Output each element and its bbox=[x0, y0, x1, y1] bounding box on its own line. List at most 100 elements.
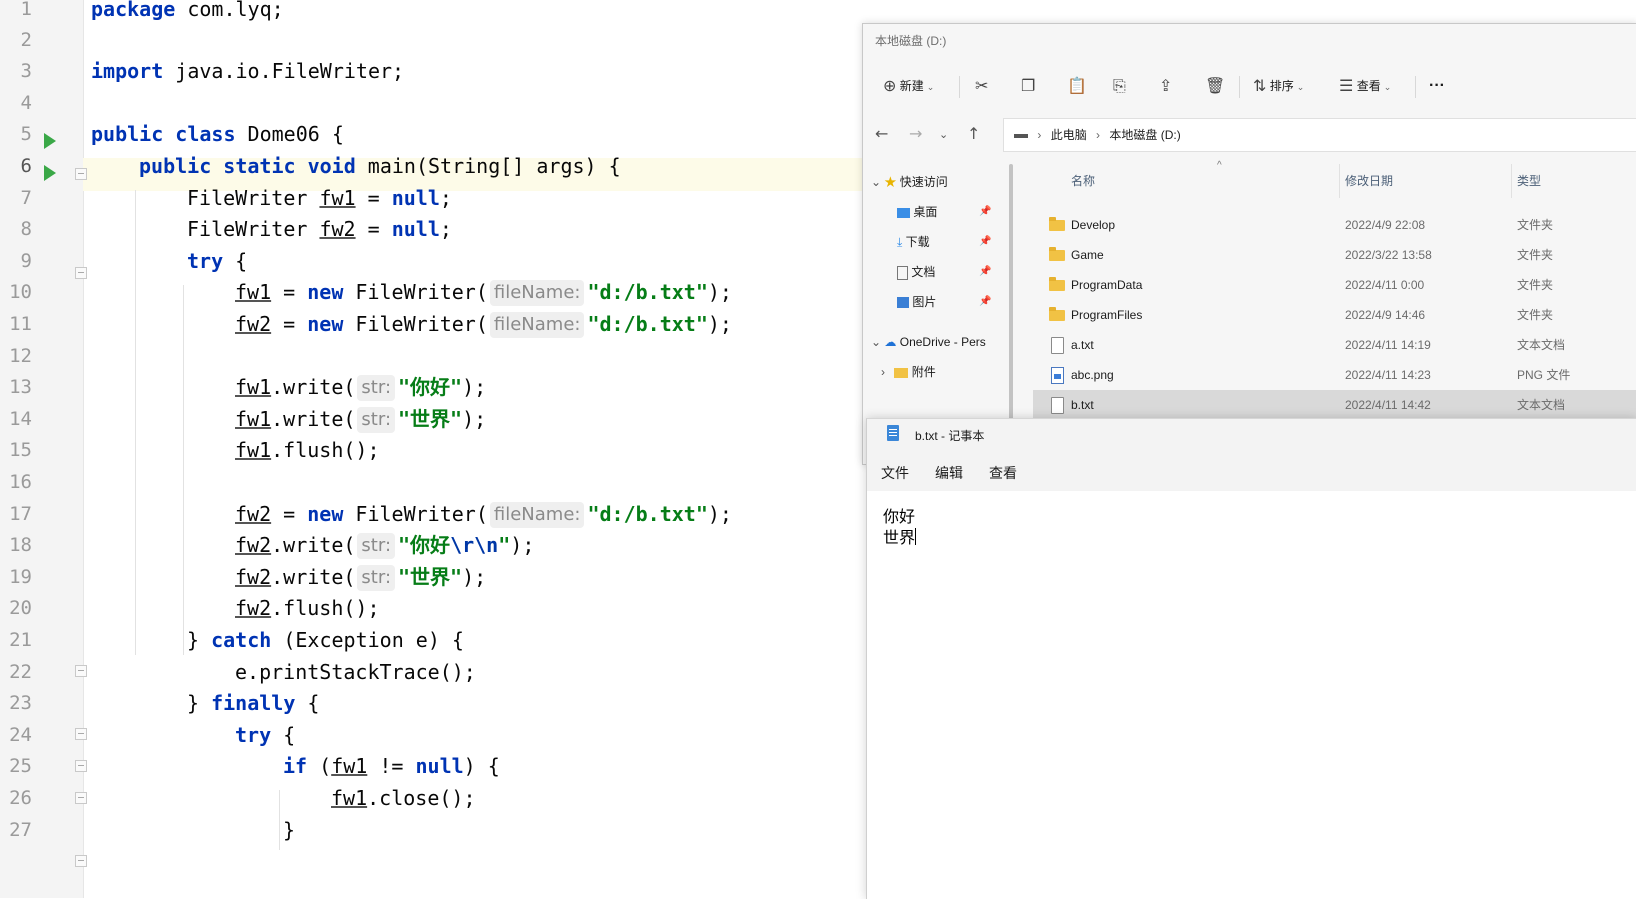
menu-view[interactable]: 查看 bbox=[989, 463, 1017, 483]
code-line-14: fw1.write(str: "世界"); bbox=[235, 403, 486, 436]
share-button[interactable]: ⇪ bbox=[1159, 74, 1172, 98]
keyword: new bbox=[307, 280, 344, 304]
code-line-9: try { bbox=[187, 245, 247, 278]
column-header-date[interactable]: 修改日期 bbox=[1345, 164, 1393, 198]
variable: fw2 bbox=[319, 217, 356, 241]
column-header-type[interactable]: 类型 bbox=[1517, 164, 1541, 198]
run-main-icon[interactable] bbox=[44, 165, 56, 181]
fold-marker-icon[interactable] bbox=[75, 168, 87, 180]
pin-icon: 📌 bbox=[979, 296, 992, 307]
sidebar-item-onedrive[interactable]: ⌄ ☁ OneDrive - Pers bbox=[871, 328, 986, 356]
code-line-18: fw2.write(str: "你好\r\n"); bbox=[235, 529, 534, 562]
paste-button[interactable]: 📋 bbox=[1067, 74, 1087, 98]
view-button[interactable]: ☰ 查看 ⌄ bbox=[1339, 74, 1391, 98]
text-caret bbox=[915, 528, 917, 545]
sidebar-item-downloads[interactable]: ⤓ 下载 📌 bbox=[897, 228, 997, 256]
code-text: ); bbox=[510, 533, 535, 557]
breadcrumb-separator-icon: › bbox=[1037, 128, 1042, 142]
copy-button[interactable]: ❐ bbox=[1021, 74, 1035, 98]
file-row[interactable]: a.txt 2022/4/11 14:19 文本文档 bbox=[1033, 330, 1636, 360]
breadcrumb-drive[interactable]: 本地磁盘 (D:) bbox=[1109, 128, 1180, 142]
text-editor-area[interactable]: 你好 世界 bbox=[883, 507, 917, 549]
column-separator[interactable] bbox=[1511, 164, 1512, 198]
code-text: } bbox=[283, 818, 296, 842]
sidebar-item-quick-access[interactable]: ⌄ ★ 快速访问 bbox=[871, 168, 948, 196]
column-separator[interactable] bbox=[1339, 164, 1340, 198]
string-literal: "你好 bbox=[398, 533, 451, 557]
code-line-24: try { bbox=[235, 719, 295, 752]
fold-marker-icon[interactable] bbox=[75, 760, 87, 772]
recent-chevron-icon[interactable]: ⌄ bbox=[939, 128, 948, 141]
sidebar-item-documents[interactable]: 文档 📌 bbox=[897, 258, 997, 286]
column-header-name[interactable]: 名称 bbox=[1071, 164, 1095, 198]
code-text: = bbox=[355, 186, 392, 210]
file-date: 2022/4/9 22:08 bbox=[1345, 218, 1426, 232]
line-number: 26 bbox=[9, 787, 32, 809]
parameter-hint: str: bbox=[357, 565, 396, 591]
code-line-26: fw1.close(); bbox=[331, 782, 476, 815]
line-number: 20 bbox=[9, 597, 32, 619]
indent-guide bbox=[279, 790, 280, 850]
file-row-selected[interactable]: b.txt 2022/4/11 14:42 文本文档 bbox=[1033, 390, 1636, 420]
code-line-13: fw1.write(str: "你好"); bbox=[235, 371, 486, 404]
file-row[interactable]: ProgramFiles 2022/4/9 14:46 文件夹 bbox=[1033, 300, 1636, 330]
file-date: 2022/4/9 14:46 bbox=[1345, 308, 1426, 322]
fold-marker-icon[interactable] bbox=[75, 792, 87, 804]
run-class-icon[interactable] bbox=[44, 133, 56, 149]
sidebar-item-attachments[interactable]: › 附件 bbox=[881, 358, 936, 386]
back-arrow-icon[interactable]: ← bbox=[875, 124, 888, 143]
cut-button[interactable]: ✂ bbox=[975, 74, 988, 98]
keyword: new bbox=[307, 502, 344, 526]
rename-button[interactable]: ⎘ bbox=[1113, 74, 1126, 98]
menu-file[interactable]: 文件 bbox=[881, 463, 909, 483]
chevron-down-icon: ⌄ bbox=[926, 82, 935, 92]
file-row[interactable]: abc.png 2022/4/11 14:23 PNG 文件 bbox=[1033, 360, 1636, 390]
line-number: 17 bbox=[9, 503, 32, 525]
forward-arrow-icon[interactable]: → bbox=[909, 124, 922, 143]
indent-guide bbox=[183, 285, 184, 655]
line-number: 12 bbox=[9, 345, 32, 367]
file-type: 文本文档 bbox=[1517, 398, 1566, 412]
address-bar[interactable]: › 此电脑 › 本地磁盘 (D:) bbox=[1003, 118, 1636, 152]
code-text: main(String[] args) { bbox=[355, 154, 621, 178]
sort-icon: ⇅ bbox=[1253, 77, 1267, 95]
document-icon bbox=[897, 265, 908, 280]
keyword: catch bbox=[211, 628, 272, 652]
code-text: Dome06 { bbox=[235, 122, 344, 146]
menu-edit[interactable]: 编辑 bbox=[935, 463, 963, 483]
keyword: new bbox=[307, 312, 344, 336]
star-icon: ★ bbox=[884, 175, 897, 189]
string-literal: " bbox=[498, 533, 511, 557]
folder-icon bbox=[1049, 307, 1065, 321]
breadcrumb-this-pc[interactable]: 此电脑 bbox=[1051, 128, 1087, 142]
file-row[interactable]: Develop 2022/4/9 22:08 文件夹 bbox=[1033, 210, 1636, 240]
sort-button[interactable]: ⇅ 排序 ⌄ bbox=[1253, 74, 1304, 98]
fold-marker-icon[interactable] bbox=[75, 728, 87, 740]
file-row[interactable]: ProgramData 2022/4/11 0:00 文件夹 bbox=[1033, 270, 1636, 300]
more-button[interactable]: ··· bbox=[1429, 74, 1445, 98]
delete-button[interactable]: 🗑 bbox=[1205, 74, 1225, 98]
code-text: FileWriter( bbox=[343, 312, 488, 336]
keyword: null bbox=[391, 217, 440, 241]
image-file-icon bbox=[1051, 367, 1064, 384]
sidebar-item-desktop[interactable]: 桌面 📌 bbox=[897, 198, 997, 226]
breadcrumb-separator-icon: › bbox=[1096, 128, 1101, 142]
parameter-hint: fileName: bbox=[489, 502, 585, 528]
up-arrow-icon[interactable]: ↑ bbox=[967, 124, 980, 143]
file-type: 文件夹 bbox=[1517, 218, 1554, 232]
file-name: b.txt bbox=[1071, 398, 1094, 412]
new-button[interactable]: ⊕ 新建 ⌄ bbox=[883, 74, 934, 98]
string-literal: "d:/b.txt" bbox=[587, 280, 708, 304]
fold-marker-icon[interactable] bbox=[75, 665, 87, 677]
line-number: 8 bbox=[20, 218, 32, 240]
file-row[interactable]: Game 2022/3/22 13:58 文件夹 bbox=[1033, 240, 1636, 270]
folder-icon bbox=[1049, 247, 1065, 261]
notepad-window[interactable]: b.txt - 记事本 文件 编辑 查看 你好 世界 bbox=[866, 418, 1636, 899]
file-explorer-window[interactable]: 本地磁盘 (D:) ⊕ 新建 ⌄ ✂ ❐ 📋 ⎘ ⇪ 🗑 ⇅ 排序 ⌄ ☰ 查看 ⌄ … bbox=[862, 23, 1636, 465]
sidebar-item-pictures[interactable]: 图片 📌 bbox=[897, 288, 997, 316]
code-text: ); bbox=[462, 375, 487, 399]
fold-marker-icon[interactable] bbox=[75, 267, 87, 279]
code-text: ); bbox=[707, 312, 732, 336]
string-literal: "d:/b.txt" bbox=[587, 312, 708, 336]
fold-marker-icon[interactable] bbox=[75, 855, 87, 867]
